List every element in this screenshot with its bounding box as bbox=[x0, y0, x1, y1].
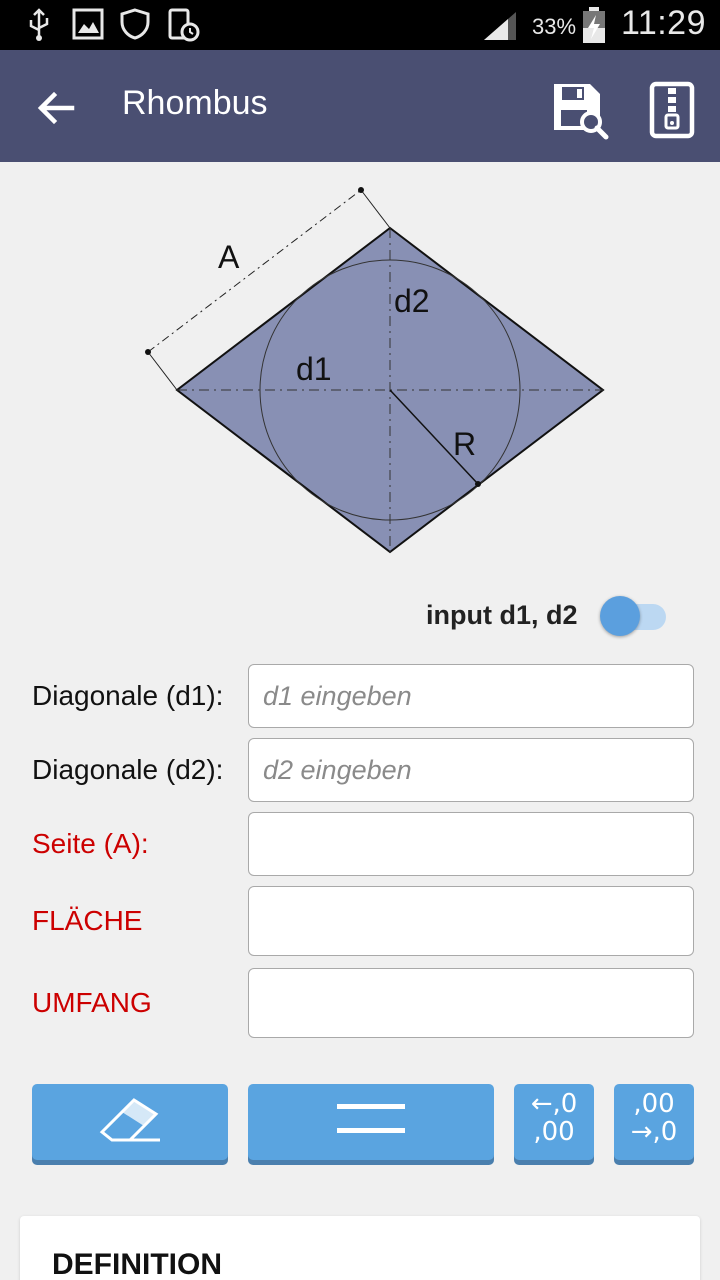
decrease-decimals-button[interactable]: ←,0 ,00 bbox=[514, 1084, 594, 1160]
increase-decimals-button[interactable]: ,00 →,0 bbox=[614, 1084, 694, 1160]
label-d1: d1 bbox=[296, 351, 332, 387]
clear-button[interactable] bbox=[32, 1084, 228, 1160]
signal-icon bbox=[484, 12, 516, 40]
arrow-left-icon[interactable] bbox=[30, 82, 82, 134]
zip-file-icon[interactable] bbox=[644, 78, 700, 142]
clock: 11:29 bbox=[620, 4, 706, 42]
label-perimeter: UMFANG bbox=[32, 987, 152, 1018]
diagonal-d2-input[interactable] bbox=[248, 738, 694, 802]
image-icon bbox=[72, 8, 104, 40]
app-bar: Rhombus bbox=[0, 50, 720, 162]
label-diagonal-d2: Diagonale (d2): bbox=[32, 754, 224, 785]
battery-charging-icon bbox=[583, 7, 605, 43]
definition-title: DEFINITION bbox=[52, 1248, 222, 1280]
label-radius: R bbox=[453, 426, 476, 462]
status-bar: 33% 11:29 bbox=[0, 0, 720, 50]
toggle-thumb bbox=[600, 596, 640, 636]
decrease-decimals-line1: ←,0 bbox=[530, 1089, 578, 1119]
area-field[interactable] bbox=[248, 886, 694, 956]
phone-clock-icon bbox=[168, 8, 200, 42]
side-a-field[interactable] bbox=[248, 812, 694, 876]
diagonal-d1-input[interactable] bbox=[248, 664, 694, 728]
decrease-decimals-line2: ,00 bbox=[533, 1117, 575, 1147]
toggle-label: input d1, d2 bbox=[426, 600, 578, 630]
battery-percent: 33% bbox=[532, 14, 577, 39]
increase-decimals-line2: →,0 bbox=[630, 1117, 678, 1147]
calculate-button[interactable] bbox=[248, 1084, 494, 1160]
page-title: Rhombus bbox=[122, 84, 268, 122]
equals-icon bbox=[337, 1104, 405, 1133]
label-d2: d2 bbox=[394, 283, 430, 319]
definition-card: DEFINITION bbox=[20, 1216, 700, 1280]
label-side-a: A bbox=[218, 239, 240, 275]
input-mode-toggle[interactable] bbox=[600, 596, 668, 636]
perimeter-field[interactable] bbox=[248, 968, 694, 1038]
label-area: FLÄCHE bbox=[32, 905, 143, 936]
label-side-a: Seite (A): bbox=[32, 828, 149, 859]
save-search-icon[interactable] bbox=[548, 78, 612, 142]
shield-icon bbox=[120, 8, 150, 40]
eraser-icon bbox=[99, 1098, 160, 1142]
increase-decimals-line1: ,00 bbox=[633, 1089, 675, 1119]
usb-icon bbox=[29, 8, 49, 41]
rhombus-diagram: A d2 d1 R bbox=[145, 187, 605, 554]
label-diagonal-d1: Diagonale (d1): bbox=[32, 680, 224, 711]
